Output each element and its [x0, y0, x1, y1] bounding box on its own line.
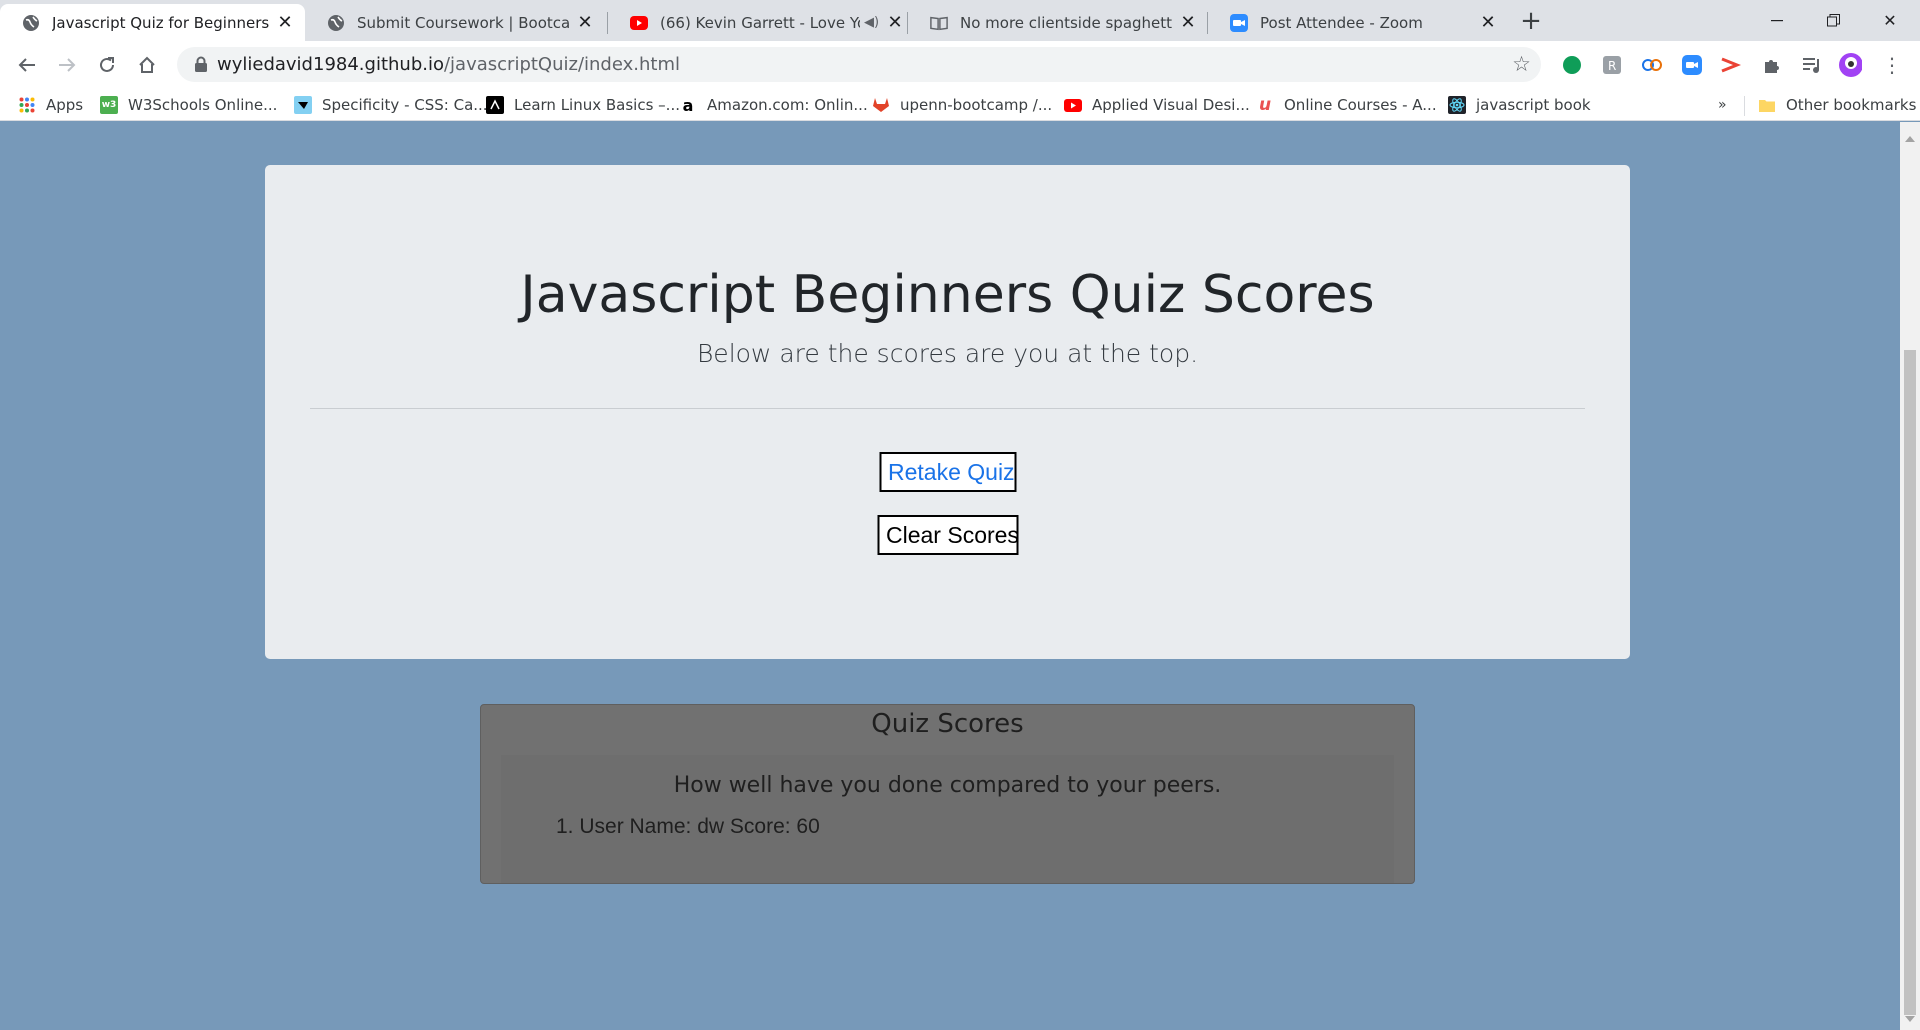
vertical-scrollbar[interactable]	[1900, 122, 1920, 1030]
home-icon[interactable]	[132, 50, 162, 80]
forward-arrow-icon[interactable]	[52, 50, 82, 80]
reload-icon[interactable]	[92, 50, 122, 80]
tab-strip: Javascript Quiz for Beginners ✕ Submit C…	[0, 0, 1920, 41]
w3schools-icon: w3	[100, 96, 118, 114]
puzzle-extensions-icon[interactable]	[1760, 53, 1784, 77]
grey-extension-icon[interactable]: R	[1600, 53, 1624, 77]
red-play-extension-icon[interactable]	[1718, 53, 1742, 77]
avatar[interactable]	[1838, 53, 1862, 77]
url-host: wyliedavid1984.github.io	[217, 54, 444, 75]
tab-title: Javascript Quiz for Beginners	[52, 13, 269, 32]
tab-spaghetti[interactable]: No more clientside spaghetti. Or ✕	[908, 4, 1208, 41]
bookmark-label: upenn-bootcamp /...	[900, 96, 1053, 114]
udemy-icon: u	[1258, 95, 1272, 115]
bookmark-label: Other bookmarks	[1786, 96, 1917, 114]
page-lead: Below are the scores are you at the top.	[696, 339, 1199, 368]
bookmarks-overflow-chevron-icon[interactable]: »	[1718, 94, 1727, 116]
amazon-icon: a	[682, 95, 694, 115]
restore-icon[interactable]	[1805, 0, 1861, 41]
bookmark-javascript-book[interactable]: javascript book	[1448, 94, 1591, 116]
tab-title: (66) Kevin Garrett - Love You	[660, 13, 860, 32]
tab-title: Post Attendee - Zoom	[1260, 13, 1423, 32]
bookmark-amazon[interactable]: a Amazon.com: Onlin...	[679, 94, 868, 116]
scores-subtitle: How well have you done compared to your …	[673, 773, 1222, 798]
tab-javascript-quiz[interactable]: Javascript Quiz for Beginners ✕	[0, 4, 305, 41]
bookmark-learn-linux[interactable]: Learn Linux Basics –...	[486, 94, 680, 116]
close-tab-icon[interactable]: ✕	[885, 12, 905, 33]
owl-extension-icon[interactable]	[1640, 53, 1664, 77]
browser-toolbar: wyliedavid1984.github.io/javascriptQuiz/…	[0, 41, 1920, 88]
page-body: Javascript Beginners Quiz Scores Below a…	[0, 122, 1900, 1030]
divider	[310, 408, 1585, 409]
scores-title: Quiz Scores	[871, 709, 1024, 739]
bookmarks-divider	[1744, 96, 1745, 116]
clear-scores-button[interactable]: Clear Scores	[877, 515, 1019, 555]
gitlab-icon	[872, 96, 890, 114]
url-path: /javascriptQuiz/index.html	[443, 54, 680, 75]
new-tab-plus-icon[interactable]: +	[1517, 8, 1545, 36]
youtube-icon	[630, 14, 648, 32]
scrollbar-thumb[interactable]	[1904, 350, 1916, 1015]
mdn-icon	[294, 96, 312, 114]
jumbotron: Javascript Beginners Quiz Scores Below a…	[265, 165, 1630, 659]
back-arrow-icon[interactable]	[12, 50, 42, 80]
linux-icon	[486, 96, 504, 114]
bookmark-apps[interactable]: Apps	[18, 94, 83, 116]
page-title: Javascript Beginners Quiz Scores	[520, 265, 1375, 325]
scroll-up-arrow-icon[interactable]	[1905, 136, 1915, 142]
globe-icon	[22, 14, 40, 32]
bookmark-applied-visual[interactable]: Applied Visual Desi...	[1064, 94, 1250, 116]
address-bar[interactable]: wyliedavid1984.github.io/javascriptQuiz/…	[177, 47, 1541, 82]
globe-icon	[327, 14, 345, 32]
bookmark-label: Apps	[46, 96, 84, 114]
kebab-menu-icon[interactable]: ⋮	[1880, 53, 1904, 77]
youtube-icon	[1064, 96, 1082, 114]
bookmark-label: Learn Linux Basics –...	[514, 96, 680, 114]
lock-icon[interactable]	[194, 56, 208, 72]
retake-quiz-button[interactable]: Retake Quiz	[879, 452, 1016, 492]
tab-youtube[interactable]: (66) Kevin Garrett - Love You ◀) ✕	[608, 4, 908, 41]
book-icon	[930, 14, 948, 32]
tab-title: No more clientside spaghetti. Or	[960, 13, 1172, 32]
bookmark-other-bookmarks[interactable]: Other bookmarks	[1758, 94, 1916, 116]
react-icon	[1448, 96, 1466, 114]
tab-submit-coursework[interactable]: Submit Coursework | Bootcamp S ✕	[305, 4, 605, 41]
bookmark-w3schools[interactable]: w3 W3Schools Online...	[100, 94, 277, 116]
bookmark-label: W3Schools Online...	[128, 96, 278, 114]
zoom-extension-icon[interactable]	[1680, 53, 1704, 77]
zoom-icon	[1230, 13, 1248, 32]
speaker-icon[interactable]: ◀)	[864, 15, 879, 30]
bookmark-label: Specificity - CSS: Ca...	[322, 96, 488, 114]
minimize-icon[interactable]	[1749, 0, 1805, 41]
apps-grid-icon	[18, 96, 36, 114]
close-tab-icon[interactable]: ✕	[1178, 12, 1198, 33]
scores-panel: How well have you done compared to your …	[501, 755, 1394, 883]
svg-text:R: R	[1608, 59, 1616, 73]
bookmark-star-icon[interactable]: ☆	[1512, 52, 1531, 76]
close-window-icon[interactable]: ✕	[1862, 0, 1918, 41]
close-tab-icon[interactable]: ✕	[575, 12, 595, 33]
url-text[interactable]: wyliedavid1984.github.io/javascriptQuiz/…	[217, 54, 680, 75]
score-item: 1. User Name: dw Score: 60	[556, 815, 820, 838]
scroll-down-arrow-icon[interactable]	[1905, 1016, 1915, 1022]
folder-icon	[1758, 96, 1776, 114]
bookmark-label: javascript book	[1476, 96, 1591, 114]
close-tab-icon[interactable]: ✕	[1478, 12, 1498, 33]
close-tab-icon[interactable]: ✕	[275, 12, 295, 33]
media-queue-icon[interactable]	[1800, 53, 1824, 77]
tab-zoom[interactable]: Post Attendee - Zoom ✕	[1208, 4, 1508, 41]
bookmark-label: Online Courses - A...	[1284, 96, 1437, 114]
bookmark-online-courses[interactable]: u Online Courses - A...	[1256, 94, 1437, 116]
tab-title: Submit Coursework | Bootcamp S	[357, 13, 569, 32]
bookmarks-bar: Apps w3 W3Schools Online... Specificity …	[0, 88, 1920, 121]
quiz-scores-card: Quiz Scores How well have you done compa…	[480, 704, 1415, 884]
bookmark-specificity[interactable]: Specificity - CSS: Ca...	[294, 94, 488, 116]
bookmark-label: Applied Visual Desi...	[1092, 96, 1250, 114]
bookmark-label: Amazon.com: Onlin...	[707, 96, 868, 114]
bookmark-upenn-gitlab[interactable]: upenn-bootcamp /...	[872, 94, 1052, 116]
scores-list: 1. User Name: dw Score: 60	[556, 815, 820, 839]
green-dot-extension-icon[interactable]	[1560, 53, 1584, 77]
